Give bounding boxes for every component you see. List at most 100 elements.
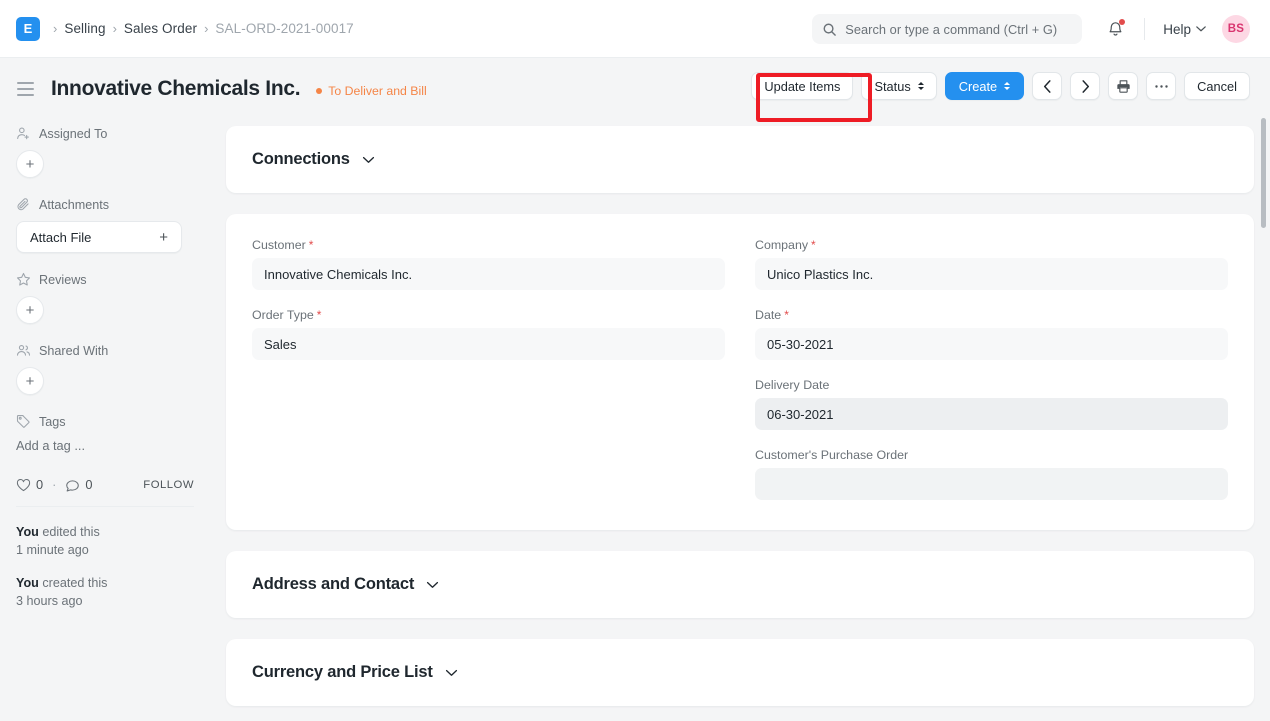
add-tag-label: Add a tag ...	[16, 438, 85, 453]
delivery-date-input[interactable]: 06-30-2021	[755, 398, 1228, 430]
activity-action: edited this	[39, 525, 100, 539]
breadcrumb-item-sales-order[interactable]: Sales Order	[124, 21, 197, 36]
next-document-button[interactable]	[1070, 72, 1100, 100]
create-button[interactable]: Create	[945, 72, 1024, 100]
navbar-right-group: Search or type a command (Ctrl + G) Help…	[812, 0, 1270, 58]
app-logo[interactable]: E	[16, 17, 40, 41]
comment-icon[interactable]	[65, 478, 80, 492]
shared-with-label: Shared With	[39, 344, 108, 358]
date-label-row: Date *	[755, 308, 1228, 322]
shared-with-header: Shared With	[16, 343, 194, 358]
sidebar-section-tags: Tags Add a tag ...	[16, 414, 194, 453]
address-and-contact-section-toggle[interactable]: Address and Contact	[226, 551, 1254, 618]
required-marker: *	[317, 308, 322, 322]
add-tag-input[interactable]: Add a tag ...	[16, 438, 194, 453]
page-title: Innovative Chemicals Inc.	[51, 77, 300, 101]
address-and-contact-title: Address and Contact	[252, 575, 414, 594]
star-icon	[16, 272, 31, 287]
breadcrumb: › Selling › Sales Order › SAL-ORD-2021-0…	[46, 21, 354, 36]
company-input[interactable]: Unico Plastics Inc.	[755, 258, 1228, 290]
avatar[interactable]: BS	[1222, 15, 1250, 43]
attachments-label: Attachments	[39, 198, 109, 212]
cancel-button[interactable]: Cancel	[1184, 72, 1250, 100]
chevron-right-icon	[1081, 80, 1090, 93]
document-sidebar: Assigned To + Attachments Attach File + …	[0, 126, 210, 721]
tag-icon	[16, 414, 31, 429]
page-scrollbar-thumb[interactable]	[1261, 118, 1266, 228]
more-options-button[interactable]	[1146, 72, 1176, 100]
required-marker: *	[784, 308, 789, 322]
field-customer: Customer * Innovative Chemicals Inc.	[252, 238, 725, 290]
sidebar-section-assigned-to: Assigned To +	[16, 126, 194, 178]
connections-section-toggle[interactable]: Connections	[226, 126, 1254, 193]
printer-icon	[1116, 79, 1131, 94]
plus-icon: +	[26, 303, 35, 318]
update-items-button[interactable]: Update Items	[751, 72, 853, 100]
attach-file-label: Attach File	[30, 230, 91, 245]
chevron-down-icon	[445, 669, 458, 677]
heart-icon[interactable]	[16, 478, 31, 492]
form-column-left: Customer * Innovative Chemicals Inc. Ord…	[252, 238, 725, 500]
connections-title: Connections	[252, 150, 350, 169]
paperclip-icon	[16, 197, 31, 212]
status-dot	[316, 88, 322, 94]
previous-document-button[interactable]	[1032, 72, 1062, 100]
attach-file-button[interactable]: Attach File +	[16, 221, 182, 253]
add-review-button[interactable]: +	[16, 296, 44, 324]
date-label: Date	[755, 308, 781, 322]
customers-purchase-order-input[interactable]	[755, 468, 1228, 500]
page-header: Innovative Chemicals Inc. To Deliver and…	[0, 58, 1270, 120]
customer-input[interactable]: Innovative Chemicals Inc.	[252, 258, 725, 290]
activity-time: 3 hours ago	[16, 594, 83, 608]
field-date: Date * 05-30-2021	[755, 308, 1228, 360]
delivery-date-value: 06-30-2021	[767, 407, 834, 422]
chevron-left-icon	[1043, 80, 1052, 93]
breadcrumb-item-selling[interactable]: Selling	[64, 21, 105, 36]
plus-icon: +	[159, 229, 168, 246]
field-order-type: Order Type * Sales	[252, 308, 725, 360]
currency-and-price-list-title: Currency and Price List	[252, 663, 433, 682]
activity-time: 1 minute ago	[16, 543, 89, 557]
date-input[interactable]: 05-30-2021	[755, 328, 1228, 360]
chevron-up-down-icon	[1004, 82, 1010, 90]
attachments-header: Attachments	[16, 197, 194, 212]
like-count: 0	[36, 477, 43, 492]
customer-label: Customer	[252, 238, 306, 252]
breadcrumb-separator-2: ›	[204, 21, 208, 36]
social-separator: ·	[52, 477, 56, 492]
help-label: Help	[1163, 22, 1191, 37]
status-dropdown-button[interactable]: Status	[861, 72, 936, 100]
page-scrollbar[interactable]	[1260, 118, 1267, 721]
order-type-value: Sales	[264, 337, 297, 352]
activity-actor: You	[16, 576, 39, 590]
hamburger-icon[interactable]	[17, 82, 34, 96]
customers-purchase-order-label-row: Customer's Purchase Order	[755, 448, 1228, 462]
order-type-input[interactable]: Sales	[252, 328, 725, 360]
assigned-to-label: Assigned To	[39, 127, 107, 141]
delivery-date-label-row: Delivery Date	[755, 378, 1228, 392]
add-assignment-button[interactable]: +	[16, 150, 44, 178]
social-actions: 0 · 0 FOLLOW	[16, 477, 194, 492]
follow-button[interactable]: FOLLOW	[143, 479, 194, 491]
sidebar-section-shared-with: Shared With +	[16, 343, 194, 395]
navbar-divider	[1144, 18, 1145, 40]
search-icon	[822, 22, 837, 37]
reviews-header: Reviews	[16, 272, 194, 287]
order-type-label: Order Type	[252, 308, 314, 322]
company-value: Unico Plastics Inc.	[767, 267, 873, 282]
search-input[interactable]: Search or type a command (Ctrl + G)	[812, 14, 1082, 44]
customers-purchase-order-label: Customer's Purchase Order	[755, 448, 908, 462]
breadcrumb-item-document-id: SAL-ORD-2021-00017	[215, 21, 353, 36]
currency-and-price-list-section: Currency and Price List	[226, 639, 1254, 706]
print-button[interactable]	[1108, 72, 1138, 100]
activity-log-item: You edited this 1 minute ago	[16, 523, 194, 560]
add-share-button[interactable]: +	[16, 367, 44, 395]
sidebar-section-attachments: Attachments Attach File +	[16, 197, 194, 253]
ellipsis-icon	[1154, 84, 1169, 89]
required-marker: *	[309, 238, 314, 252]
help-menu[interactable]: Help	[1163, 22, 1206, 37]
notifications-button[interactable]	[1104, 18, 1126, 40]
status-dropdown-label: Status	[874, 79, 910, 94]
currency-and-price-list-section-toggle[interactable]: Currency and Price List	[226, 639, 1254, 706]
comment-count: 0	[85, 477, 92, 492]
